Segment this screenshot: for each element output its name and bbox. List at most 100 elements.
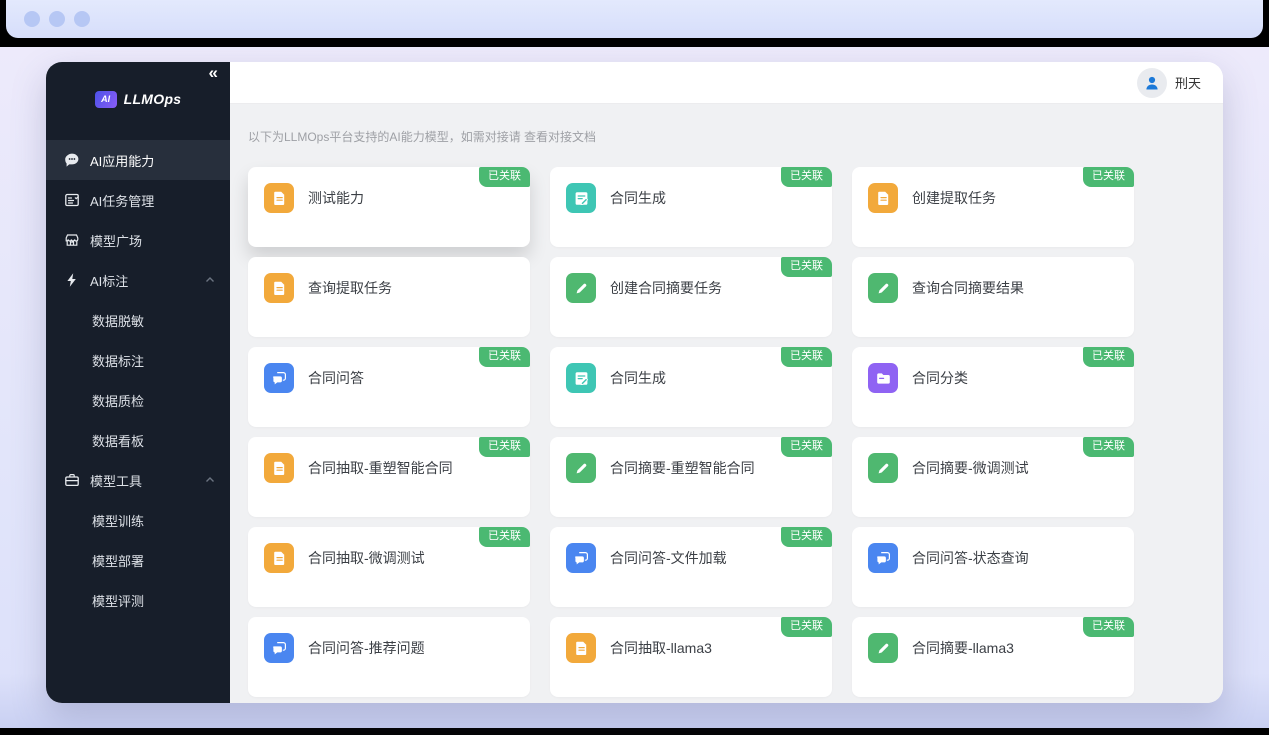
pencil-icon	[566, 273, 596, 303]
card-title: 合同问答	[308, 368, 364, 388]
main-panel: 刑天 以下为LLMOps平台支持的AI能力模型，如需对接请 查看对接文档 已关联…	[230, 62, 1223, 703]
capability-card[interactable]: 查询提取任务	[248, 257, 530, 337]
linked-badge: 已关联	[479, 437, 530, 457]
pencil-icon	[868, 633, 898, 663]
card-title: 合同生成	[610, 188, 666, 208]
sidebar-item[interactable]: 模型广场	[46, 220, 230, 260]
chevron-up-icon[interactable]	[204, 474, 216, 486]
capability-card[interactable]: 已关联 合同问答	[248, 347, 530, 427]
sidebar-subitem[interactable]: 数据看板	[46, 420, 230, 460]
document-pen-icon	[566, 363, 596, 393]
document-icon	[264, 183, 294, 213]
linked-badge: 已关联	[781, 257, 832, 277]
sidebar-subitem[interactable]: 模型训练	[46, 500, 230, 540]
linked-badge: 已关联	[781, 437, 832, 457]
capability-card[interactable]: 已关联 合同抽取-微调测试	[248, 527, 530, 607]
sidebar-subitem[interactable]: 数据标注	[46, 340, 230, 380]
document-icon	[264, 543, 294, 573]
capability-card[interactable]: 已关联 合同生成	[550, 167, 832, 247]
card-title: 合同问答-文件加载	[610, 548, 727, 568]
notice-text: 以下为LLMOps平台支持的AI能力模型，如需对接请 查看对接文档	[248, 128, 1205, 145]
linked-badge: 已关联	[781, 347, 832, 367]
app-window: AI LLMOps « AI应用能力 AI任务管理模型广场 AI标注数据脱敏数据标注…	[46, 62, 1223, 703]
chat-bubble-icon	[64, 152, 80, 168]
lightning-icon	[64, 272, 80, 288]
linked-badge: 已关联	[1083, 617, 1134, 637]
linked-badge: 已关联	[1083, 347, 1134, 367]
sidebar-item[interactable]: AI应用能力	[46, 140, 230, 180]
linked-badge: 已关联	[781, 617, 832, 637]
sidebar-item-label: 模型广场	[90, 231, 216, 250]
sidebar-item-label: 模型工具	[90, 471, 194, 490]
capability-card[interactable]: 已关联 合同问答-文件加载	[550, 527, 832, 607]
pencil-icon	[566, 453, 596, 483]
card-title: 合同摘要-微调测试	[912, 458, 1029, 478]
chat-icon	[264, 363, 294, 393]
card-title: 合同摘要-重塑智能合同	[610, 458, 755, 478]
chevron-up-icon[interactable]	[204, 274, 216, 286]
card-title: 查询提取任务	[308, 278, 392, 298]
linked-badge: 已关联	[781, 527, 832, 547]
card-grid: 已关联 测试能力 已关联 合同生成 已关联 创建提取任务 查询提取任务 已关联 …	[248, 167, 1205, 697]
window-control-dot[interactable]	[49, 11, 65, 27]
pencil-icon	[868, 453, 898, 483]
capability-card[interactable]: 已关联 创建合同摘要任务	[550, 257, 832, 337]
card-title: 合同抽取-微调测试	[308, 548, 425, 568]
folder-icon	[868, 363, 898, 393]
linked-badge: 已关联	[479, 347, 530, 367]
card-title: 创建合同摘要任务	[610, 278, 722, 298]
sidebar-item-label: AI任务管理	[90, 191, 216, 210]
sidebar-subitem[interactable]: 数据质检	[46, 380, 230, 420]
window-control-dot[interactable]	[74, 11, 90, 27]
card-title: 查询合同摘要结果	[912, 278, 1024, 298]
capability-card[interactable]: 已关联 合同摘要-重塑智能合同	[550, 437, 832, 517]
sidebar-subitem[interactable]: 模型评测	[46, 580, 230, 620]
document-icon	[566, 633, 596, 663]
chat-icon	[868, 543, 898, 573]
logo-icon: AI	[95, 91, 117, 108]
window-titlebar	[6, 0, 1263, 38]
capability-card[interactable]: 合同问答-推荐问题	[248, 617, 530, 697]
user-name[interactable]: 刑天	[1175, 73, 1201, 92]
capability-card[interactable]: 已关联 合同抽取-llama3	[550, 617, 832, 697]
user-avatar[interactable]	[1137, 68, 1167, 98]
card-title: 合同问答-推荐问题	[308, 638, 425, 658]
sidebar: AI LLMOps « AI应用能力 AI任务管理模型广场 AI标注数据脱敏数据标注…	[46, 62, 230, 703]
capability-card[interactable]: 已关联 测试能力	[248, 167, 530, 247]
card-title: 合同抽取-重塑智能合同	[308, 458, 453, 478]
market-icon	[64, 232, 80, 248]
capability-card[interactable]: 查询合同摘要结果	[852, 257, 1134, 337]
capability-card[interactable]: 已关联 合同抽取-重塑智能合同	[248, 437, 530, 517]
task-board-icon	[64, 192, 80, 208]
window-control-dot[interactable]	[24, 11, 40, 27]
capability-card[interactable]: 合同问答-状态查询	[852, 527, 1134, 607]
card-title: 合同分类	[912, 368, 968, 388]
card-title: 合同摘要-llama3	[912, 638, 1014, 658]
app-title: LLMOps	[124, 91, 182, 107]
sidebar-subitem[interactable]: 数据脱敏	[46, 300, 230, 340]
capability-card[interactable]: 已关联 合同摘要-微调测试	[852, 437, 1134, 517]
card-title: 合同问答-状态查询	[912, 548, 1029, 568]
notice-label: 以下为LLMOps平台支持的AI能力模型，如需对接请	[248, 130, 524, 144]
capability-card[interactable]: 已关联 合同生成	[550, 347, 832, 427]
sidebar-item[interactable]: 模型工具	[46, 460, 230, 500]
sidebar-subitem[interactable]: 模型部署	[46, 540, 230, 580]
linked-badge: 已关联	[479, 167, 530, 187]
sidebar-item-label: AI标注	[90, 271, 194, 290]
sidebar-item[interactable]: AI标注	[46, 260, 230, 300]
document-pen-icon	[566, 183, 596, 213]
card-title: 测试能力	[308, 188, 364, 208]
person-icon	[1143, 74, 1161, 92]
sidebar-item-label: AI应用能力	[90, 151, 216, 170]
pencil-icon	[868, 273, 898, 303]
capability-card[interactable]: 已关联 创建提取任务	[852, 167, 1134, 247]
capability-card[interactable]: 已关联 合同摘要-llama3	[852, 617, 1134, 697]
capability-card[interactable]: 已关联 合同分类	[852, 347, 1134, 427]
sidebar-menu: AI应用能力 AI任务管理模型广场 AI标注数据脱敏数据标注数据质检数据看板模型工具…	[46, 140, 230, 620]
docs-link[interactable]: 查看对接文档	[524, 130, 596, 144]
sidebar-item[interactable]: AI任务管理	[46, 180, 230, 220]
collapse-sidebar-icon[interactable]: «	[209, 64, 218, 81]
linked-badge: 已关联	[1083, 437, 1134, 457]
content-area: 以下为LLMOps平台支持的AI能力模型，如需对接请 查看对接文档 已关联 测试…	[230, 104, 1223, 703]
card-title: 创建提取任务	[912, 188, 996, 208]
